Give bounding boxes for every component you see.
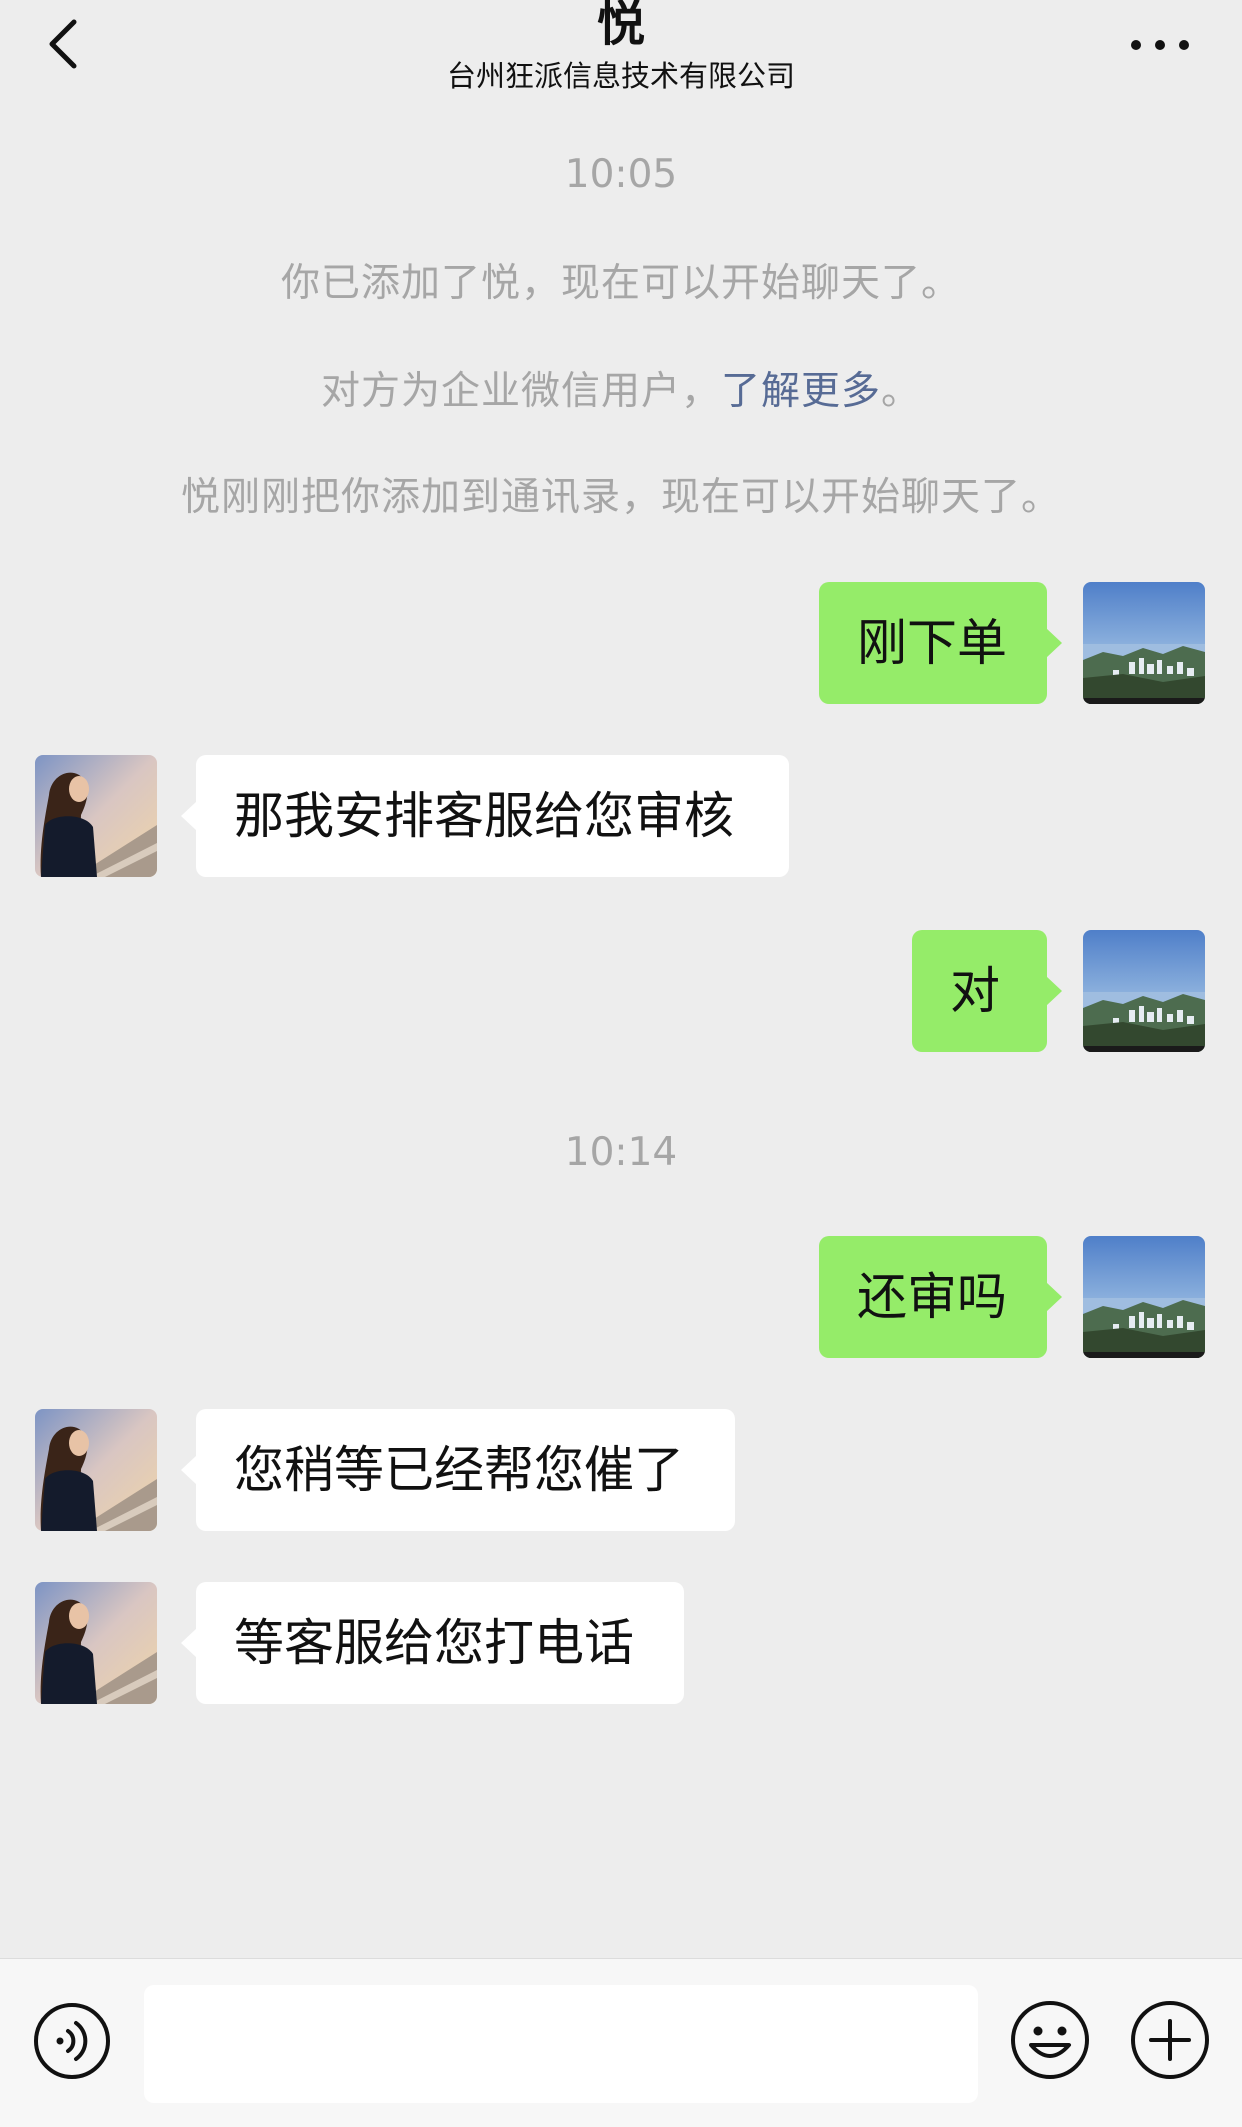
contact-avatar[interactable] [35,1582,157,1704]
learn-more-link[interactable]: 了解更多 [721,369,881,414]
chat-header: 悦 台州狂派信息技术有限公司 [0,0,1242,110]
contact-avatar[interactable] [35,755,157,877]
system-message-text: 对方为企业微信用户， [320,369,721,414]
chat-subtitle-company: 台州狂派信息技术有限公司 [446,59,795,93]
contact-avatar[interactable] [35,1409,157,1531]
system-message-enterprise: 对方为企业微信用户，了解更多。 [0,360,1242,416]
message-input[interactable] [144,1985,978,2103]
system-message-punct: 。 [881,369,922,414]
chat-title: 悦 [596,0,645,52]
my-avatar[interactable] [1083,1236,1205,1358]
message-bubble-sent[interactable]: 还审吗 [819,1236,1062,1358]
plus-icon[interactable] [1129,1999,1211,2081]
system-message-contact-added: 悦刚刚把你添加到通讯录，现在可以开始聊天了。 [180,475,1061,520]
message-bubble-received[interactable]: 等客服给您打电话 [181,1582,684,1704]
voice-icon[interactable] [32,2001,112,2081]
timestamp: 10:05 [564,152,678,197]
message-bubble-received[interactable]: 那我安排客服给您审核 [181,755,789,877]
message-bubble-sent[interactable]: 对 [912,930,1062,1052]
more-icon[interactable] [1125,20,1195,70]
input-bar [0,1958,1242,2127]
my-avatar[interactable] [1083,582,1205,704]
system-message-added: 你已添加了悦，现在可以开始聊天了。 [280,261,961,306]
timestamp: 10:14 [564,1130,678,1175]
my-avatar[interactable] [1083,930,1205,1052]
emoji-icon[interactable] [1009,1999,1091,2081]
message-bubble-received[interactable]: 您稍等已经帮您催了 [181,1409,735,1531]
message-bubble-sent[interactable]: 刚下单 [819,582,1062,704]
